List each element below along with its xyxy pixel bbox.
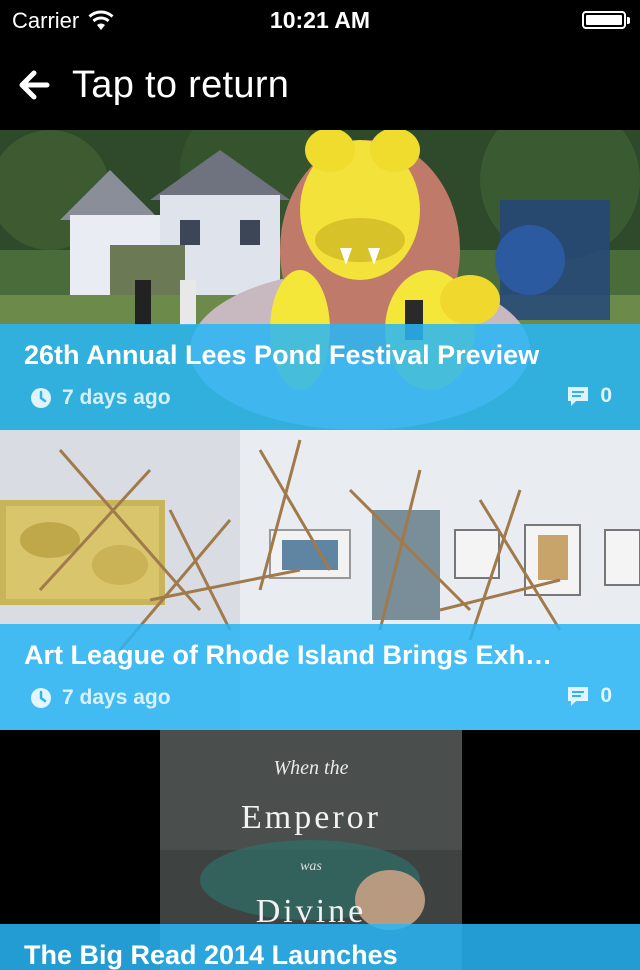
- comment-count-value: 0: [600, 684, 612, 707]
- article-info-panel: 26th Annual Lees Pond Festival Preview 7…: [0, 324, 640, 430]
- comment-count-value: 0: [600, 384, 612, 407]
- clock-icon: [31, 388, 51, 408]
- comment-icon: [568, 687, 589, 706]
- article-info-panel: Art League of Rhode Island Brings Exh… 7…: [0, 624, 640, 730]
- comment-count[interactable]: 0: [566, 384, 612, 408]
- article-title: Art League of Rhode Island Brings Exh…: [24, 640, 553, 670]
- article-age: 7 days ago: [62, 386, 171, 409]
- article-info-panel: The Big Read 2014 Launches: [0, 924, 640, 970]
- article-card[interactable]: 26th Annual Lees Pond Festival Preview 7…: [0, 130, 640, 430]
- arrow-left-icon[interactable]: [18, 70, 50, 100]
- book-cover-line3: was: [300, 859, 322, 874]
- article-age: 7 days ago: [62, 686, 171, 709]
- status-bar: Carrier 10:21 AM: [0, 0, 640, 40]
- article-title: The Big Read 2014 Launches: [24, 940, 398, 970]
- article-card[interactable]: When the Emperor was Divine The Big Read…: [0, 730, 640, 970]
- article-feed: 26th Annual Lees Pond Festival Preview 7…: [0, 130, 640, 970]
- book-cover-line2: Emperor: [241, 799, 381, 836]
- comment-count[interactable]: 0: [566, 684, 612, 708]
- article-card[interactable]: Art League of Rhode Island Brings Exh… 7…: [0, 430, 640, 730]
- nav-header: Tap to return: [0, 40, 640, 130]
- battery-icon: [582, 11, 630, 29]
- status-time: 10:21 AM: [269, 7, 371, 33]
- page-title[interactable]: Tap to return: [72, 64, 289, 107]
- article-title: 26th Annual Lees Pond Festival Preview: [24, 340, 540, 370]
- clock-icon: [31, 688, 51, 708]
- book-cover-line1: When the: [274, 757, 349, 779]
- article-timestamp: 7 days ago: [30, 686, 171, 710]
- comment-icon: [568, 387, 589, 406]
- article-timestamp: 7 days ago: [30, 386, 171, 410]
